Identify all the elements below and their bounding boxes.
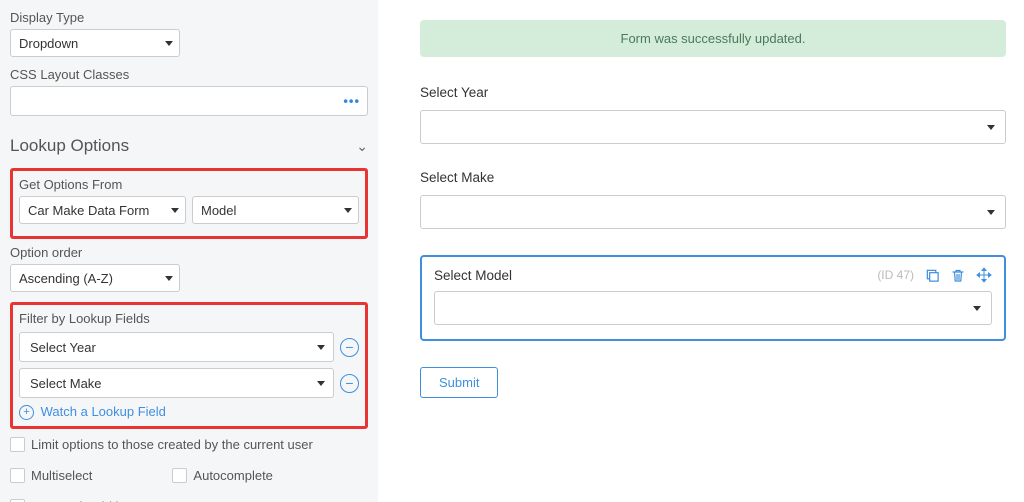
select-make-field[interactable] <box>420 195 1006 229</box>
display-type-select[interactable]: Dropdown <box>10 29 180 57</box>
duplicate-icon[interactable] <box>924 267 940 283</box>
success-banner: Form was successfully updated. <box>420 20 1006 57</box>
chevron-down-icon: ⌄ <box>356 138 368 155</box>
move-icon[interactable] <box>976 267 992 283</box>
display-type-label: Display Type <box>10 10 368 25</box>
filter-select-year[interactable]: Select Year <box>19 332 334 362</box>
filter-highlight: Filter by Lookup Fields Select Year − Se… <box>10 302 368 429</box>
get-options-label: Get Options From <box>19 177 359 192</box>
css-classes-label: CSS Layout Classes <box>10 67 368 82</box>
remove-filter-year-icon[interactable]: − <box>340 338 359 357</box>
lookup-options-header[interactable]: Lookup Options ⌄ <box>10 130 368 162</box>
watch-lookup-link[interactable]: + Watch a Lookup Field <box>19 404 359 420</box>
get-options-highlight: Get Options From Car Make Data Form Mode… <box>10 168 368 239</box>
get-options-field-select[interactable]: Model <box>192 196 359 224</box>
autocomplete-label: Autocomplete <box>193 468 273 483</box>
css-classes-input[interactable] <box>10 86 368 116</box>
get-options-form-select[interactable]: Car Make Data Form <box>19 196 186 224</box>
filter-select-make[interactable]: Select Make <box>19 368 334 398</box>
limit-options-label: Limit options to those created by the cu… <box>31 437 313 452</box>
option-order-label: Option order <box>10 245 368 260</box>
option-order-select[interactable]: Ascending (A-Z) <box>10 264 180 292</box>
field-id-label: (ID 47) <box>877 268 914 282</box>
lookup-options-title: Lookup Options <box>10 136 129 156</box>
form-preview: Form was successfully updated. Select Ye… <box>378 0 1024 502</box>
remove-filter-make-icon[interactable]: − <box>340 374 359 393</box>
select-model-label: Select Model <box>434 268 512 283</box>
limit-options-checkbox[interactable] <box>10 437 25 452</box>
select-year-field[interactable] <box>420 110 1006 144</box>
select-model-container[interactable]: Select Model (ID 47) <box>420 255 1006 341</box>
plus-icon: + <box>19 405 34 420</box>
filter-by-label: Filter by Lookup Fields <box>19 311 359 326</box>
settings-sidebar: Display Type Dropdown CSS Layout Classes… <box>0 0 378 502</box>
delete-icon[interactable] <box>950 267 966 283</box>
multiselect-checkbox[interactable] <box>10 468 25 483</box>
select-make-label: Select Make <box>420 170 1006 185</box>
select-year-label: Select Year <box>420 85 1006 100</box>
submit-button[interactable]: Submit <box>420 367 498 398</box>
multiselect-label: Multiselect <box>31 468 92 483</box>
select-model-field[interactable] <box>434 291 992 325</box>
more-icon[interactable]: ••• <box>343 94 360 109</box>
autocomplete-checkbox[interactable] <box>172 468 187 483</box>
